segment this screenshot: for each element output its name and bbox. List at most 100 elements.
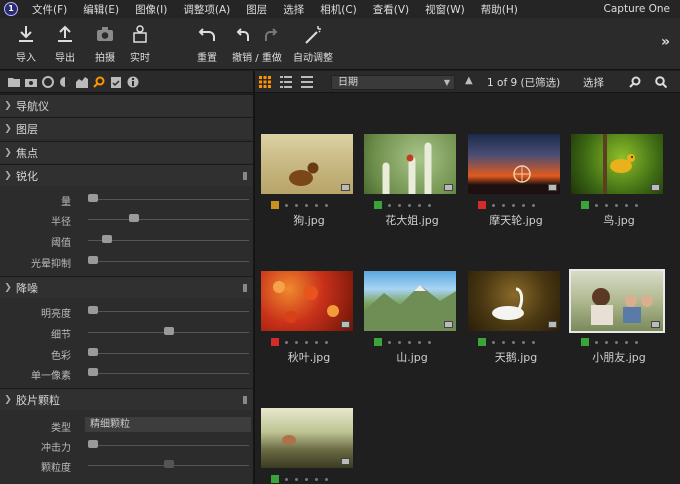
slider-track[interactable] bbox=[88, 353, 249, 354]
tab-details[interactable] bbox=[90, 74, 107, 90]
slider-single-pixel[interactable]: 单一像素 bbox=[0, 364, 253, 384]
image-thumbnail[interactable]: 摩天轮.jpg bbox=[464, 94, 560, 227]
slider-knob[interactable] bbox=[163, 327, 174, 335]
image-thumbnail[interactable]: 天鹅.jpg bbox=[464, 231, 560, 364]
color-tag[interactable] bbox=[374, 338, 382, 346]
menu-edit[interactable]: 编辑(E) bbox=[75, 2, 127, 17]
section-noise-reduction[interactable]: ❯ 降噪 bbox=[0, 276, 253, 298]
slider-knob[interactable] bbox=[88, 194, 98, 202]
slider-luminance[interactable]: 明亮度 bbox=[0, 302, 253, 322]
sort-order-icon[interactable]: ▲ bbox=[465, 75, 473, 86]
slider-knob[interactable] bbox=[163, 460, 174, 468]
slider-label: 单一像素 bbox=[31, 371, 71, 382]
color-tag[interactable] bbox=[271, 201, 279, 209]
slider-threshold[interactable]: 阈值 bbox=[0, 231, 253, 251]
slider-knob[interactable] bbox=[88, 440, 98, 448]
slider-knob[interactable] bbox=[88, 306, 98, 314]
capture-button[interactable]: 拍摄 bbox=[88, 24, 122, 64]
reset-button[interactable]: 重置 bbox=[190, 24, 224, 64]
menu-view[interactable]: 查看(V) bbox=[365, 2, 417, 17]
thumbnail-image[interactable] bbox=[468, 271, 560, 331]
section-navigator[interactable]: ❯ 导航仪 bbox=[0, 94, 253, 116]
tab-library[interactable] bbox=[5, 74, 22, 90]
toolbar-overflow-button[interactable]: » bbox=[661, 34, 670, 50]
section-layers[interactable]: ❯ 图层 bbox=[0, 117, 253, 139]
import-button[interactable]: 导入 bbox=[9, 24, 43, 64]
menu-adjustments[interactable]: 调整项(A) bbox=[175, 2, 238, 17]
tab-info[interactable] bbox=[124, 74, 141, 90]
color-tag[interactable] bbox=[271, 475, 279, 483]
slider-track[interactable] bbox=[88, 445, 249, 446]
slider-track[interactable] bbox=[88, 373, 249, 374]
image-thumbnail[interactable]: 秋叶.jpg bbox=[257, 231, 353, 364]
slider-track[interactable] bbox=[88, 199, 249, 200]
list-view-icon[interactable] bbox=[280, 76, 292, 88]
tab-capture[interactable] bbox=[22, 74, 39, 90]
thumbnail-image[interactable] bbox=[261, 271, 353, 331]
tab-lens[interactable] bbox=[73, 74, 90, 90]
slider-track[interactable] bbox=[88, 311, 249, 312]
slider-track[interactable] bbox=[88, 219, 249, 220]
image-thumbnail[interactable]: 鸟.jpg bbox=[567, 94, 663, 227]
slider-amount[interactable]: 量 bbox=[0, 190, 253, 210]
image-thumbnail[interactable]: 狗.jpg bbox=[257, 94, 353, 227]
menu-image[interactable]: 图像(I) bbox=[127, 2, 175, 17]
export-button[interactable]: 导出 bbox=[48, 24, 82, 64]
menu-select[interactable]: 选择 bbox=[275, 2, 312, 17]
color-tag[interactable] bbox=[581, 338, 589, 346]
slider-granularity[interactable]: 颗粒度 bbox=[0, 456, 253, 476]
loupe-icon[interactable] bbox=[629, 76, 641, 88]
tab-exposure[interactable] bbox=[56, 74, 73, 90]
slider-track[interactable] bbox=[88, 240, 249, 241]
search-icon[interactable] bbox=[655, 76, 667, 88]
slider-knob[interactable] bbox=[88, 348, 98, 356]
grain-type-select[interactable]: 精细颗粒 bbox=[85, 417, 251, 432]
section-focus[interactable]: ❯ 焦点 bbox=[0, 141, 253, 163]
thumbnail-image[interactable] bbox=[364, 271, 456, 331]
menu-file[interactable]: 文件(F) bbox=[24, 2, 75, 17]
thumbnail-image[interactable] bbox=[261, 134, 353, 194]
slider-knob[interactable] bbox=[88, 368, 98, 376]
menu-layers[interactable]: 图层 bbox=[238, 2, 275, 17]
filmstrip-view-icon[interactable] bbox=[301, 76, 313, 88]
image-thumbnail[interactable]: 花大姐.jpg bbox=[360, 94, 456, 227]
thumbnail-image-selected[interactable] bbox=[569, 269, 665, 333]
color-tag[interactable] bbox=[581, 201, 589, 209]
thumbnail-image[interactable] bbox=[468, 134, 560, 194]
section-sharpening[interactable]: ❯ 锐化 bbox=[0, 164, 253, 186]
auto-adjust-button[interactable]: 自动调整 bbox=[293, 24, 333, 64]
image-thumbnail[interactable]: 山.jpg bbox=[360, 231, 456, 364]
slider-knob[interactable] bbox=[101, 235, 112, 243]
color-tag[interactable] bbox=[374, 201, 382, 209]
thumbnail-image[interactable] bbox=[364, 134, 456, 194]
slider-track[interactable] bbox=[88, 261, 249, 262]
section-options-icon[interactable] bbox=[243, 172, 247, 180]
color-tag[interactable] bbox=[478, 338, 486, 346]
menu-help[interactable]: 帮助(H) bbox=[473, 2, 526, 17]
slider-color[interactable]: 色彩 bbox=[0, 344, 253, 364]
undo-redo-button[interactable]: 撤销 / 重做 bbox=[231, 24, 283, 64]
grid-view-icon[interactable] bbox=[259, 76, 271, 88]
image-thumbnail[interactable]: 小朋友.jpg bbox=[567, 231, 665, 364]
select-button[interactable]: 选择 bbox=[583, 75, 604, 90]
slider-knob[interactable] bbox=[128, 214, 139, 222]
thumbnail-image[interactable] bbox=[261, 408, 353, 468]
menu-window[interactable]: 视窗(W) bbox=[417, 2, 473, 17]
color-tag[interactable] bbox=[271, 338, 279, 346]
thumbnail-image[interactable] bbox=[571, 134, 663, 194]
slider-knob[interactable] bbox=[88, 256, 98, 264]
slider-impact[interactable]: 冲击力 bbox=[0, 436, 253, 456]
menu-camera[interactable]: 相机(C) bbox=[312, 2, 365, 17]
slider-radius[interactable]: 半径 bbox=[0, 210, 253, 230]
slider-halo-suppression[interactable]: 光晕抑制 bbox=[0, 252, 253, 272]
tab-color[interactable] bbox=[39, 74, 56, 90]
section-options-icon[interactable] bbox=[243, 396, 247, 404]
tab-metadata[interactable] bbox=[107, 74, 124, 90]
slider-detail[interactable]: 细节 bbox=[0, 323, 253, 343]
section-options-icon[interactable] bbox=[243, 284, 247, 292]
sort-dropdown[interactable]: 日期 ▼ bbox=[331, 75, 455, 90]
section-film-grain[interactable]: ❯ 胶片颗粒 bbox=[0, 388, 253, 410]
live-view-button[interactable]: 实时 bbox=[123, 24, 157, 64]
color-tag[interactable] bbox=[478, 201, 486, 209]
image-thumbnail[interactable] bbox=[257, 368, 353, 483]
